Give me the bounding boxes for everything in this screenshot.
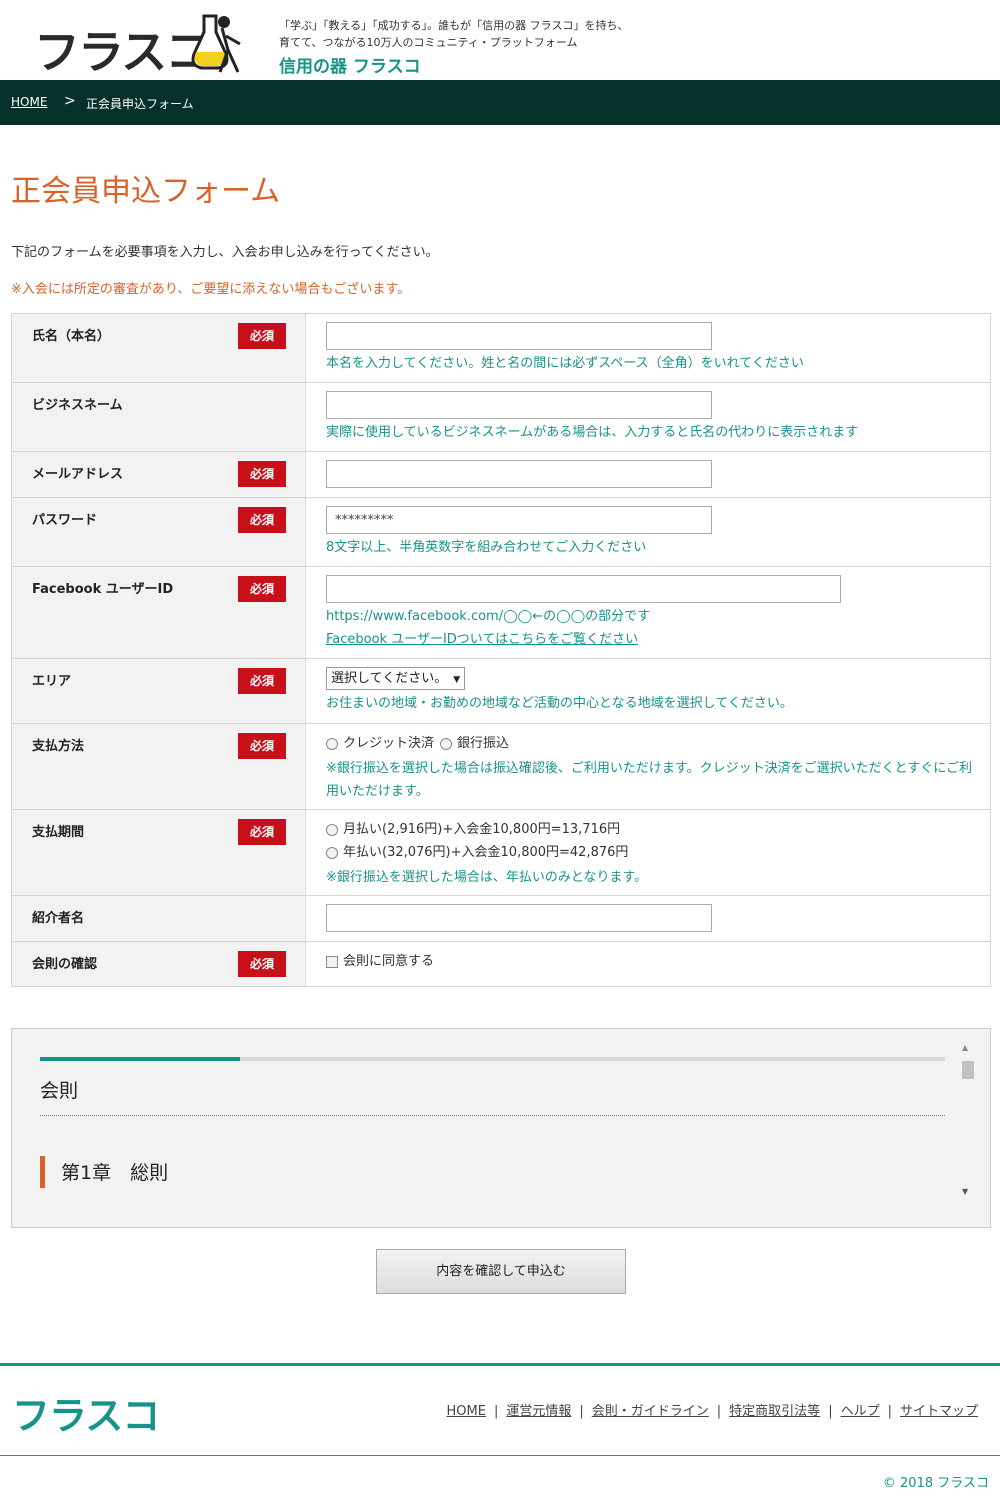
chevron-right-icon: > — [64, 93, 76, 109]
email-field[interactable] — [326, 460, 712, 488]
facebook-help-link[interactable]: Facebook ユーザーIDついてはこちらをご覧ください — [326, 628, 990, 651]
form-row-rules-confirm: 会則の確認 必須 会則に同意する — [12, 942, 990, 986]
payment-period-hint: ※銀行振込を選択した場合は、年払いのみとなります。 — [326, 870, 648, 885]
form-row-password: パスワード 必須 8文字以上、半角英数字を組み合わせてご入力ください — [12, 498, 990, 567]
form-row-email: メールアドレス 必須 — [12, 452, 990, 498]
footer-nav: HOME | 運営元情報 | 会則・ガイドライン | 特定商取引法等 | ヘルプ | サイトマップ — [446, 1404, 978, 1419]
site-logo[interactable]: フラスコ — [34, 28, 211, 76]
area-hint: お住まいの地域・お勤めの地域など活動の中心となる地域を選択してください。 — [326, 696, 793, 711]
breadcrumb-home-link[interactable]: HOME — [11, 95, 47, 109]
business-name-input[interactable] — [326, 391, 712, 419]
notice-text: ※入会には所定の審査があり、ご要望に添えない場合もございます。 — [11, 282, 411, 297]
footer-link-sitemap[interactable]: サイトマップ — [900, 1404, 978, 1419]
breadcrumb-current: 正会員申込フォーム — [86, 97, 194, 111]
required-badge: 必須 — [238, 461, 286, 487]
form-row-facebook: Facebook ユーザーID 必須 https://www.facebook.… — [12, 567, 990, 659]
agree-checkbox[interactable] — [326, 955, 338, 968]
page-title: 正会員申込フォーム — [11, 174, 281, 209]
scrollbar-thumb[interactable] — [962, 1061, 974, 1079]
footer-link-operator[interactable]: 運営元情報 — [506, 1404, 571, 1419]
footer-divider — [0, 1363, 1000, 1366]
footer-bottom-divider — [0, 1455, 1000, 1456]
payment-method-hint: ※銀行振込を選択した場合は振込確認後、ご利用いただけます。クレジット決済をご選択… — [326, 761, 972, 799]
name-input[interactable] — [326, 322, 712, 350]
email-label: メールアドレス — [32, 467, 124, 482]
payment-method-label: 支払方法 — [32, 739, 85, 754]
brand-name: 信用の器 フラスコ — [279, 57, 421, 77]
area-selected-value: 選択してください。 — [331, 671, 448, 686]
rules-chapter-heading: 第1章 総則 — [61, 1162, 169, 1184]
dropdown-arrow-icon: ▼ — [453, 675, 461, 685]
name-hint: 本名を入力してください。姓と名の間には必ずスペース（全角）をいれてください — [326, 356, 804, 371]
flask-mascot-icon — [191, 14, 241, 73]
tagline: 「学ぶ」「教える」「成功する」。誰もが「信用の器 フラスコ」を持ち、育てて、つな… — [279, 19, 629, 49]
registration-form: 氏名（本名） 必須 本名を入力してください。姓と名の間には必ずスペース（全角）を… — [11, 313, 991, 987]
facebook-id-input[interactable] — [326, 575, 841, 603]
bank-transfer-radio[interactable] — [440, 737, 453, 750]
footer-link-legal[interactable]: 特定商取引法等 — [729, 1404, 820, 1419]
form-row-referrer: 紹介者名 — [12, 896, 990, 942]
rules-title: 会則 — [40, 1080, 79, 1102]
rules-accent-bar — [40, 1057, 240, 1061]
form-row-payment-method: 支払方法 必須 クレジット決済 銀行振込 ※銀行振込を選択した場合は振込確認後、… — [12, 724, 990, 810]
scroll-down-icon[interactable]: ▼ — [962, 1187, 968, 1196]
referrer-label: 紹介者名 — [32, 911, 85, 926]
yearly-option-label[interactable]: 年払い(32,076円)+入会金10,800円=42,876円 — [343, 841, 628, 864]
area-label: エリア — [32, 674, 72, 689]
password-hint: 8文字以上、半角英数字を組み合わせてご入力ください — [326, 540, 647, 555]
required-badge: 必須 — [238, 668, 286, 694]
required-badge: 必須 — [238, 507, 286, 533]
business-name-hint: 実際に使用しているビジネスネームがある場合は、入力すると氏名の代わりに表示されま… — [326, 425, 859, 440]
payment-period-label: 支払期間 — [32, 825, 85, 840]
site-header: フラスコ 「学ぶ」「教える」「成功する」。誰もが「信用の器 フラスコ」を持ち、育… — [0, 0, 1000, 80]
facebook-hint: https://www.facebook.com/◯◯←の◯◯の部分です — [326, 609, 651, 624]
referrer-input[interactable] — [326, 904, 712, 932]
footer-link-help[interactable]: ヘルプ — [841, 1404, 880, 1419]
monthly-radio[interactable] — [326, 823, 338, 836]
facebook-label: Facebook ユーザーID — [32, 582, 174, 597]
password-label: パスワード — [32, 513, 98, 528]
rules-confirm-label: 会則の確認 — [32, 957, 98, 972]
breadcrumb: HOME > 正会員申込フォーム — [0, 80, 1000, 125]
monthly-option-label[interactable]: 月払い(2,916円)+入会金10,800円=13,716円 — [343, 818, 620, 841]
required-badge: 必須 — [238, 951, 286, 977]
footer-link-home[interactable]: HOME — [447, 1404, 486, 1419]
form-row-name: 氏名（本名） 必須 本名を入力してください。姓と名の間には必ずスペース（全角）を… — [12, 314, 990, 383]
yearly-radio[interactable] — [326, 846, 338, 859]
form-row-area: エリア 必須 選択してください。 ▼ お住まいの地域・お勤めの地域など活動の中心と… — [12, 659, 990, 724]
form-row-payment-period: 支払期間 必須 月払い(2,916円)+入会金10,800円=13,716円 年… — [12, 810, 990, 896]
submit-button[interactable]: 内容を確認して申込む — [376, 1249, 626, 1294]
business-name-label: ビジネスネーム — [32, 398, 123, 413]
scroll-up-icon[interactable]: ▲ — [962, 1043, 968, 1052]
required-badge: 必須 — [238, 576, 286, 602]
area-select[interactable]: 選択してください。 ▼ — [326, 667, 466, 690]
footer-link-rules[interactable]: 会則・ガイドライン — [592, 1404, 709, 1419]
copyright: © 2018 フラスコ — [882, 1476, 989, 1491]
rules-scroll-box[interactable]: 会則 第1章 総則 ▲ ▼ — [11, 1028, 991, 1228]
required-badge: 必須 — [238, 323, 286, 349]
credit-radio[interactable] — [326, 737, 338, 750]
intro-text: 下記のフォームを必要事項を入力し、入会お申し込みを行ってください。 — [11, 245, 439, 260]
required-badge: 必須 — [238, 819, 286, 845]
divider — [40, 1115, 945, 1116]
bank-transfer-option-label[interactable]: 銀行振込 — [457, 732, 509, 755]
password-field[interactable] — [326, 506, 712, 534]
form-row-business-name: ビジネスネーム 実際に使用しているビジネスネームがある場合は、入力すると氏名の代… — [12, 383, 990, 452]
agree-checkbox-label[interactable]: 会則に同意する — [343, 950, 434, 973]
footer-logo[interactable]: フラスコ — [12, 1385, 160, 1440]
required-badge: 必須 — [238, 733, 286, 759]
credit-option-label[interactable]: クレジット決済 — [343, 732, 434, 755]
name-label: 氏名（本名） — [32, 329, 111, 344]
